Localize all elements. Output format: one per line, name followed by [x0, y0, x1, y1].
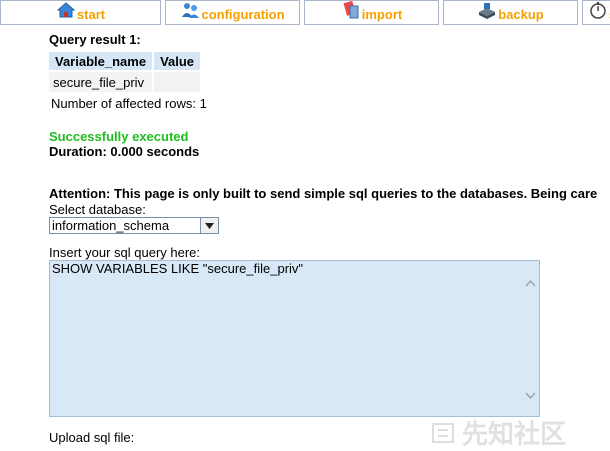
textarea-scrollbar[interactable] [522, 261, 539, 416]
tab-start-label: start [76, 7, 106, 22]
select-database-label: Select database: [49, 202, 146, 217]
success-message: Successfully executed [49, 129, 189, 144]
sql-query-textarea[interactable]: SHOW VARIABLES LIKE "secure_file_priv" [49, 260, 540, 417]
scroll-up-icon[interactable] [525, 275, 536, 290]
duration-text: Duration: 0.000 seconds [49, 144, 200, 159]
tab-more[interactable]: s [582, 0, 610, 25]
main-content: Query result 1: Variable_name Value secu… [49, 32, 610, 445]
tab-start[interactable]: start [0, 0, 161, 25]
result-table: Variable_name Value secure_file_priv [47, 50, 202, 94]
column-header-value: Value [154, 52, 201, 70]
sql-query-label: Insert your sql query here: [49, 245, 201, 260]
top-navigation: start configuration import backup s [0, 0, 610, 27]
tab-configuration-label: configuration [201, 7, 285, 22]
database-select[interactable]: information_schema [49, 217, 219, 234]
stopwatch-icon [588, 1, 608, 20]
watermark-logo-icon [432, 422, 454, 443]
cell-variable-name: secure_file_priv [49, 72, 153, 92]
tab-import[interactable]: import [304, 0, 439, 25]
tab-backup[interactable]: backup [443, 0, 578, 25]
home-icon [56, 1, 76, 20]
result-header-row: Variable_name Value [49, 52, 201, 70]
watermark: 先知社区 [430, 415, 610, 450]
chevron-down-icon[interactable] [200, 218, 218, 233]
column-header-variable-name: Variable_name [49, 52, 153, 70]
tab-backup-label: backup [498, 7, 544, 22]
backup-icon [477, 1, 497, 20]
sql-query-text: SHOW VARIABLES LIKE "secure_file_priv" [52, 261, 304, 276]
table-row: secure_file_priv [49, 72, 201, 92]
cell-value [154, 72, 201, 92]
tab-configuration[interactable]: configuration [165, 0, 300, 25]
tab-import-label: import [361, 7, 403, 22]
import-icon [341, 1, 361, 20]
query-result-title: Query result 1: [49, 32, 141, 47]
users-config-icon [180, 1, 200, 20]
attention-notice: Attention: This page is only built to se… [49, 186, 598, 201]
database-selected-value: information_schema [52, 218, 170, 233]
scroll-down-icon[interactable] [525, 387, 536, 402]
watermark-text: 先知社区 [462, 419, 567, 449]
affected-rows-text: Number of affected rows: 1 [51, 96, 207, 111]
